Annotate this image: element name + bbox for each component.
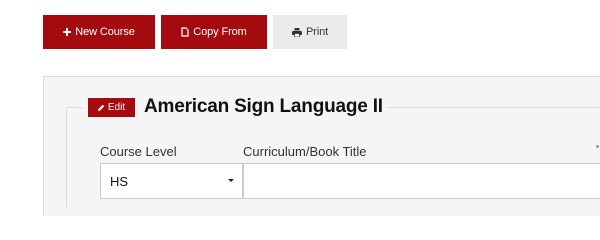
print-button[interactable]: Print xyxy=(273,15,347,49)
course-level-value: HS xyxy=(110,173,129,189)
course-level-select[interactable]: HS xyxy=(100,163,243,199)
pencil-icon xyxy=(97,104,105,111)
print-label: Print xyxy=(305,26,329,38)
plus-icon xyxy=(63,28,72,36)
new-course-label: New Course xyxy=(75,26,135,38)
curriculum-input[interactable] xyxy=(243,163,600,199)
edit-label: Edit xyxy=(107,101,126,113)
copy-from-button[interactable]: Copy From xyxy=(161,15,267,49)
fieldset-border-left xyxy=(66,107,67,207)
toolbar: New Course Copy From Print xyxy=(43,15,347,49)
course-legend: Edit American Sign Language II xyxy=(83,96,388,118)
curriculum-label: Curriculum/Book Title xyxy=(243,144,367,159)
caret-down-icon xyxy=(228,179,234,182)
new-course-button[interactable]: New Course xyxy=(43,15,155,49)
course-title: American Sign Language II xyxy=(144,96,383,117)
print-icon xyxy=(291,27,302,37)
cutoff-label-fragment xyxy=(596,145,599,148)
copy-from-label: Copy From xyxy=(193,26,247,38)
copy-icon xyxy=(181,27,189,37)
course-level-label: Course Level xyxy=(100,144,177,159)
edit-button[interactable]: Edit xyxy=(88,97,135,117)
